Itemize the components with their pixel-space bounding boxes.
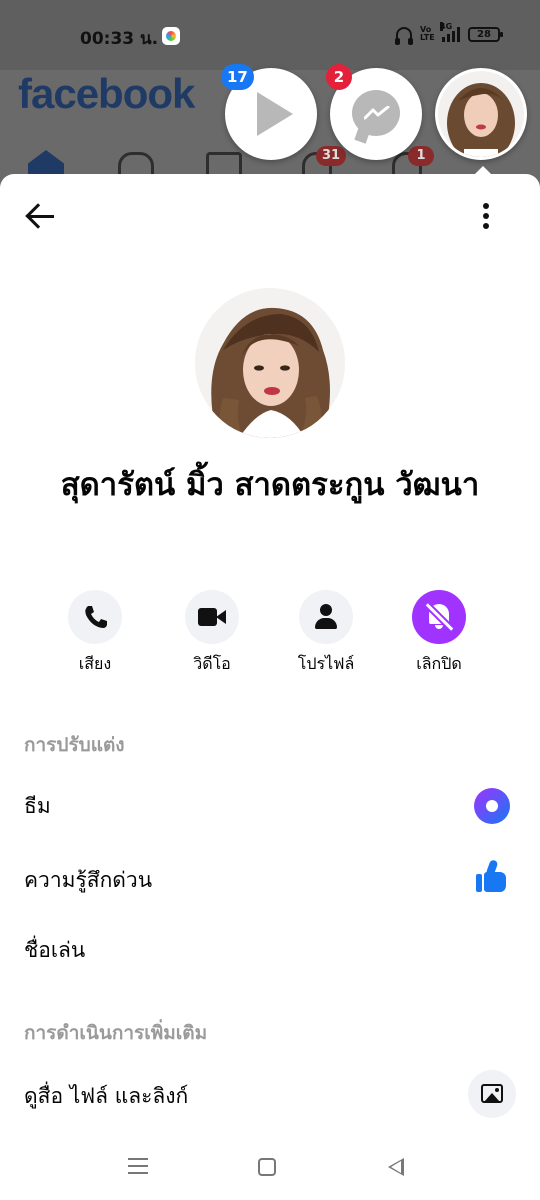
messenger-icon [352, 90, 400, 136]
home-button-icon[interactable] [258, 1158, 276, 1176]
facebook-logo: facebook [18, 70, 195, 117]
notifications-badge: 1 [408, 146, 434, 166]
quick-reaction-row[interactable]: ความรู้สึกด่วน [0, 848, 540, 912]
unmute-label: เลิกปิด [416, 654, 462, 673]
nav-badge-count: 31 [316, 146, 347, 166]
video-call-label: วิดีโอ [193, 654, 231, 673]
contact-chat-head[interactable] [435, 68, 527, 160]
nicknames-row[interactable]: ชื่อเล่น [0, 918, 540, 982]
back-button-icon[interactable] [388, 1158, 404, 1176]
quick-actions: เสียง วิดีโอ โปรไฟล์ เลิกปิด [40, 590, 500, 680]
network-type: 4G [440, 22, 453, 31]
system-nav-bar [0, 1134, 540, 1200]
conversation-details-sheet: สุดารัตน์ มิ้ว สาดตระกูน วัฒนา เสียง วิด… [0, 174, 540, 1134]
profile-action[interactable]: โปรไฟล์ [271, 590, 381, 677]
more-options-icon[interactable] [474, 198, 498, 234]
theme-row[interactable]: ธีม [0, 774, 540, 838]
status-bar: 00:33 น. Vo LTE 4G 28 [0, 0, 540, 70]
bell-muted-icon[interactable] [412, 590, 466, 644]
status-indicators: Vo LTE 4G 28 [395, 22, 503, 45]
unmute-action[interactable]: เลิกปิด [384, 590, 494, 677]
video-badge: 17 [221, 64, 254, 90]
profile-name: สุดารัตน์ มิ้ว สาดตระกูน วัฒนา [60, 467, 480, 503]
recent-apps-icon[interactable] [128, 1158, 148, 1174]
back-arrow-icon[interactable] [24, 198, 60, 234]
nicknames-label: ชื่อเล่น [24, 938, 86, 962]
status-time: 00:33 น. [80, 29, 159, 49]
voice-call-label: เสียง [78, 654, 112, 673]
theme-label: ธีม [24, 794, 51, 818]
image-icon [468, 1070, 516, 1118]
section-more-actions: การดำเนินการเพิ่มเติม [24, 1022, 208, 1044]
theme-icon [474, 788, 510, 824]
photos-app-icon [162, 27, 180, 45]
media-files-links-label: ดูสื่อ ไฟล์ และลิงก์ [24, 1084, 189, 1108]
volte-indicator: Vo LTE [420, 25, 435, 42]
avatar [438, 71, 524, 157]
messenger-badge: 2 [326, 64, 352, 90]
headphone-icon [395, 27, 413, 45]
video-call-action[interactable]: วิดีโอ [157, 590, 267, 677]
thumbs-up-icon [474, 859, 510, 896]
voice-call-action[interactable]: เสียง [40, 590, 150, 677]
video-chat-head[interactable]: 17 [221, 64, 317, 160]
person-icon[interactable] [299, 590, 353, 644]
battery-icon: 28 [468, 26, 503, 42]
section-customize: การปรับแต่ง [24, 734, 125, 756]
messenger-chat-head[interactable]: 2 [326, 64, 422, 160]
signal-icon: 4G [440, 22, 460, 42]
play-icon [257, 92, 293, 136]
media-files-links-row[interactable]: ดูสื่อ ไฟล์ และลิงก์ [0, 1064, 540, 1128]
phone-icon[interactable] [68, 590, 122, 644]
profile-photo[interactable] [195, 288, 345, 438]
profile-label: โปรไฟล์ [297, 654, 355, 673]
video-icon[interactable] [185, 590, 239, 644]
quick-reaction-label: ความรู้สึกด่วน [24, 868, 153, 892]
